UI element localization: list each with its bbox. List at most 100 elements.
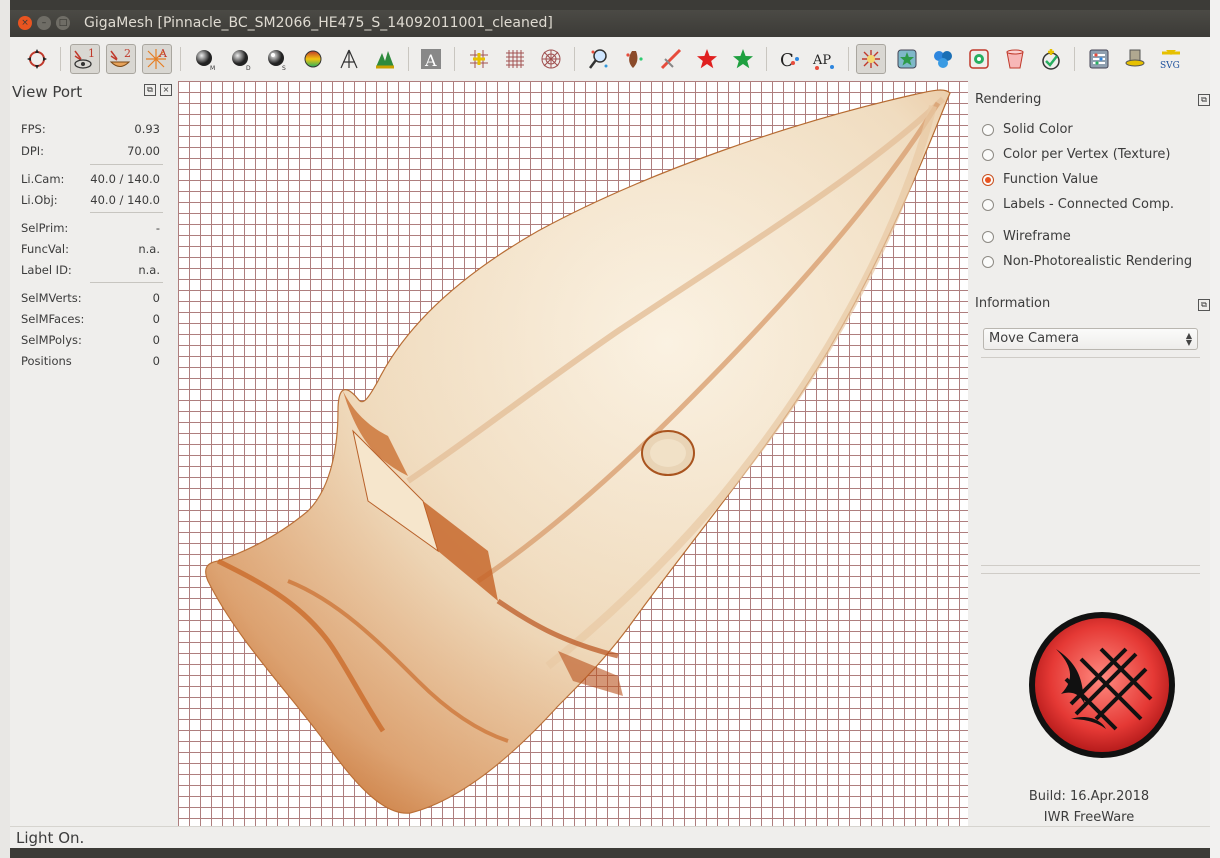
light-camera-label: Li.Cam: [21, 172, 65, 186]
grid-icon[interactable] [500, 44, 530, 74]
light-direction-icon[interactable] [856, 44, 886, 74]
label-id-label: Label ID: [21, 263, 72, 277]
radio-label: Solid Color [1003, 122, 1073, 137]
light-1-icon[interactable]: 1 [70, 44, 100, 74]
maximize-button[interactable]: □ [56, 16, 70, 30]
selmfaces-row: SelMFaces: 0 [21, 312, 160, 326]
shade-m-label: M [210, 65, 215, 71]
reset-view-icon[interactable] [22, 44, 52, 74]
face-c-icon[interactable]: C [774, 44, 804, 74]
grid-plus-icon[interactable] [464, 44, 494, 74]
star-frame-icon[interactable] [892, 44, 922, 74]
divider [981, 565, 1200, 566]
polar-grid-icon[interactable] [536, 44, 566, 74]
shade-m-icon[interactable]: M [190, 44, 220, 74]
minimize-button[interactable]: – [37, 16, 51, 30]
funcval-value: n.a. [138, 242, 160, 256]
radio-button[interactable] [982, 255, 994, 268]
radio-wireframe[interactable]: Wireframe [982, 229, 1071, 244]
status-text: Light On. [16, 829, 85, 847]
svg-export-icon[interactable]: SVG [1156, 44, 1186, 74]
shade-colormap-icon[interactable] [298, 44, 328, 74]
light-a-icon[interactable]: A [142, 44, 172, 74]
star-red-icon[interactable] [692, 44, 722, 74]
selection-search-icon[interactable] [584, 44, 614, 74]
updown-arrow-icon: ▲ ▼ [1185, 331, 1192, 347]
gigamesh-window: × – □ GigaMesh [Pinnacle_BC_SM2066_HE475… [10, 10, 1210, 848]
rendering-dock: Rendering ⧉ Solid Color Color per Vertex… [968, 81, 1210, 826]
toolbar-separator [1074, 47, 1075, 71]
light-2-icon[interactable]: 2 [106, 44, 136, 74]
mesh-render[interactable] [178, 81, 968, 826]
float-information-button[interactable]: ⧉ [1198, 299, 1210, 311]
polyline-icon[interactable] [656, 44, 686, 74]
toolbar-separator [454, 47, 455, 71]
radio-function-value[interactable]: Function Value [982, 172, 1098, 187]
hat-icon[interactable] [1120, 44, 1150, 74]
float-rendering-button[interactable]: ⧉ [1198, 94, 1210, 106]
light-2-label: 2 [124, 47, 131, 60]
shade-d-label: D [246, 65, 251, 71]
star-green-icon[interactable] [728, 44, 758, 74]
positions-row: Positions 0 [21, 354, 160, 368]
cluster-icon[interactable] [928, 44, 958, 74]
histogram-icon[interactable] [370, 44, 400, 74]
dpi-value: 70.00 [127, 144, 160, 158]
dock-controls: ⧉ × [144, 84, 172, 96]
selprim-row: SelPrim: - [21, 221, 160, 235]
radio-label: Labels - Connected Comp. [1003, 197, 1175, 212]
radio-color-per-vertex[interactable]: Color per Vertex (Texture) [982, 147, 1170, 162]
selmverts-value: 0 [152, 291, 160, 305]
radio-label: Non-Photorealistic Rendering [1003, 254, 1193, 269]
information-title: Information [975, 296, 1051, 311]
title-bar: × – □ GigaMesh [Pinnacle_BC_SM2066_HE475… [10, 10, 1210, 37]
selprim-value: - [155, 221, 160, 235]
toolbar-separator [574, 47, 575, 71]
check-plus-icon[interactable] [1036, 44, 1066, 74]
build-date: Build: 16.Apr.2018 [1028, 789, 1150, 804]
viewport-dock-title: View Port [12, 83, 83, 101]
viewport-info-dock: View Port ⧉ × FPS: 0.93 DPI: 70.00 Li.Cam:… [10, 81, 178, 826]
float-dock-button[interactable]: ⧉ [144, 84, 156, 96]
ap-label: AP [812, 53, 831, 68]
vertex-select-icon[interactable] [620, 44, 650, 74]
settings-list-icon[interactable] [1084, 44, 1114, 74]
font-a-icon[interactable]: A [416, 44, 446, 74]
license-text: IWR FreeWare [1043, 810, 1135, 825]
radio-button-selected[interactable] [982, 173, 994, 186]
selmfaces-label: SelMFaces: [21, 312, 85, 326]
shade-s-icon[interactable]: S [262, 44, 292, 74]
funcval-row: FuncVal: n.a. [21, 242, 160, 256]
mode-select-value: Move Camera [989, 331, 1080, 346]
cup-icon[interactable] [1000, 44, 1030, 74]
radio-labels-connected[interactable]: Labels - Connected Comp. [982, 197, 1174, 212]
radio-button[interactable] [982, 123, 994, 136]
radio-button[interactable] [982, 148, 994, 161]
ap-icon[interactable]: AP [810, 44, 840, 74]
gigamesh-logo-icon [1029, 612, 1175, 758]
divider [90, 212, 163, 213]
shade-transparency-icon[interactable] [334, 44, 364, 74]
selprim-label: SelPrim: [21, 221, 69, 235]
radio-solid-color[interactable]: Solid Color [982, 122, 1073, 137]
dpi-row: DPI: 70.00 [21, 144, 160, 158]
3d-viewport[interactable] [178, 81, 968, 826]
green-gear-icon[interactable] [964, 44, 994, 74]
fps-value: 0.93 [134, 122, 160, 136]
rendering-title: Rendering [975, 92, 1042, 107]
shade-d-icon[interactable]: D [226, 44, 256, 74]
radio-button[interactable] [982, 198, 994, 211]
radio-button[interactable] [982, 230, 994, 243]
selmpolys-row: SelMPolys: 0 [21, 333, 160, 347]
radio-label: Color per Vertex (Texture) [1003, 147, 1171, 162]
label-id-row: Label ID: n.a. [21, 263, 160, 277]
desktop-background-left [0, 0, 10, 858]
face-c-label: C [780, 50, 794, 71]
mode-select[interactable]: Move Camera ▲ ▼ [983, 328, 1198, 350]
close-dock-button[interactable]: × [160, 84, 172, 96]
radio-npr[interactable]: Non-Photorealistic Rendering [982, 254, 1192, 269]
close-button[interactable]: × [18, 16, 32, 30]
divider [981, 357, 1200, 358]
mesh-shading [205, 89, 950, 814]
light-object-label: Li.Obj: [21, 193, 58, 207]
